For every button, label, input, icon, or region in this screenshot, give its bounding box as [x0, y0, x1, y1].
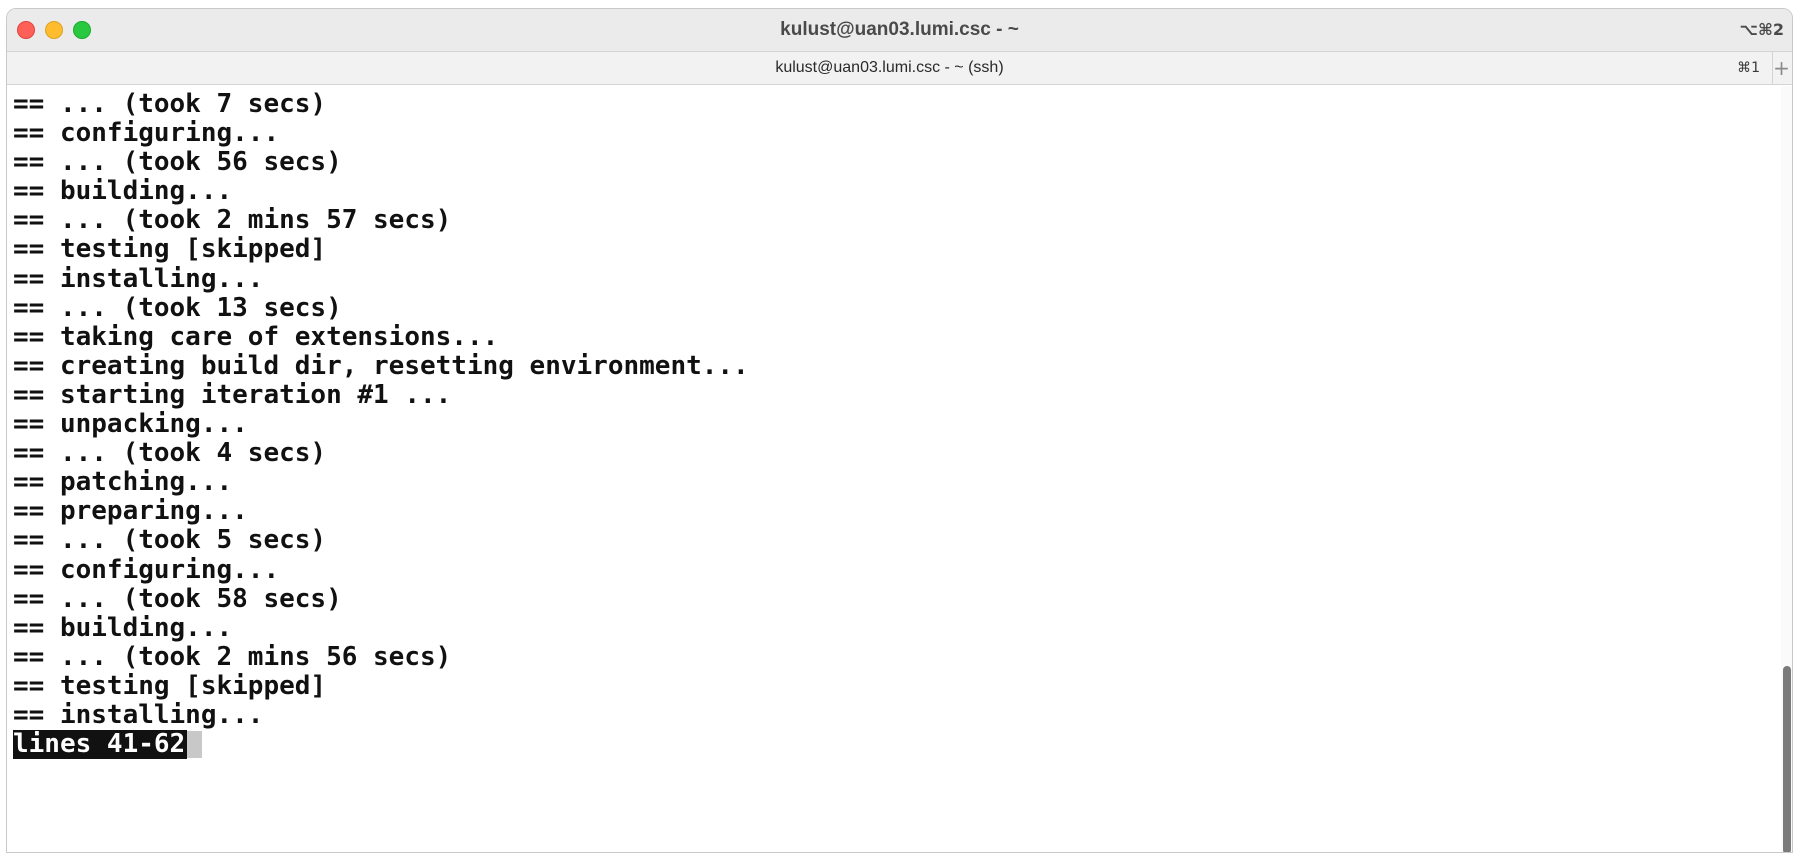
- terminal-line: == configuring...: [13, 118, 280, 149]
- terminal-line: == ... (took 13 secs): [13, 292, 342, 323]
- terminal-line: == building...: [13, 612, 233, 643]
- terminal-window: kulust@uan03.lumi.csc - ~ ⌥⌘2 kulust@uan…: [6, 8, 1793, 853]
- terminal-output[interactable]: == ... (took 7 secs) == configuring... == …: [7, 86, 1783, 852]
- tab-title: kulust@uan03.lumi.csc - ~ (ssh): [775, 59, 1004, 76]
- terminal-line: == building...: [13, 176, 233, 207]
- tab-bar: kulust@uan03.lumi.csc - ~ (ssh) ⌘1 +: [7, 52, 1792, 85]
- terminal-scrollbar[interactable]: [1781, 86, 1792, 852]
- terminal-line: == ... (took 2 mins 57 secs): [13, 205, 452, 236]
- pager-status-row: lines 41-62: [13, 729, 1783, 760]
- terminal-line: == taking care of extensions...: [13, 321, 499, 352]
- terminal-line: == patching...: [13, 467, 233, 498]
- terminal-line: == testing [skipped]: [13, 234, 327, 265]
- terminal-cursor: [187, 731, 203, 759]
- terminal-line: == installing...: [13, 699, 264, 730]
- terminal-line: == installing...: [13, 263, 264, 294]
- window-title: kulust@uan03.lumi.csc - ~: [780, 19, 1019, 40]
- terminal-line: == configuring...: [13, 554, 280, 585]
- terminal-line: == starting iteration #1 ...: [13, 379, 452, 410]
- terminal-line: == ... (took 56 secs): [13, 147, 342, 178]
- zoom-window-button[interactable]: [73, 21, 91, 39]
- minimize-window-button[interactable]: [45, 21, 63, 39]
- scrollbar-thumb[interactable]: [1783, 666, 1791, 852]
- title-bar[interactable]: kulust@uan03.lumi.csc - ~ ⌥⌘2: [7, 9, 1792, 52]
- new-tab-button[interactable]: +: [1771, 52, 1792, 84]
- close-window-button[interactable]: [17, 21, 35, 39]
- terminal-line: == preparing...: [13, 496, 248, 527]
- tab-ssh-session[interactable]: kulust@uan03.lumi.csc - ~ (ssh) ⌘1: [7, 52, 1773, 84]
- terminal-line: == unpacking...: [13, 409, 248, 440]
- terminal-line: == testing [skipped]: [13, 670, 327, 701]
- plus-icon: +: [1773, 56, 1790, 80]
- terminal-line: == ... (took 5 secs): [13, 525, 327, 556]
- terminal-line: == ... (took 58 secs): [13, 583, 342, 614]
- terminal-line: == ... (took 2 mins 56 secs): [13, 641, 452, 672]
- terminal-line: == ... (took 7 secs): [13, 89, 327, 119]
- terminal-line: == ... (took 4 secs): [13, 438, 327, 469]
- window-shortcut: ⌥⌘2: [1739, 20, 1784, 39]
- tab-shortcut: ⌘1: [1737, 60, 1760, 76]
- terminal-line: == creating build dir, resetting environ…: [13, 350, 749, 381]
- pager-status: lines 41-62: [13, 729, 188, 760]
